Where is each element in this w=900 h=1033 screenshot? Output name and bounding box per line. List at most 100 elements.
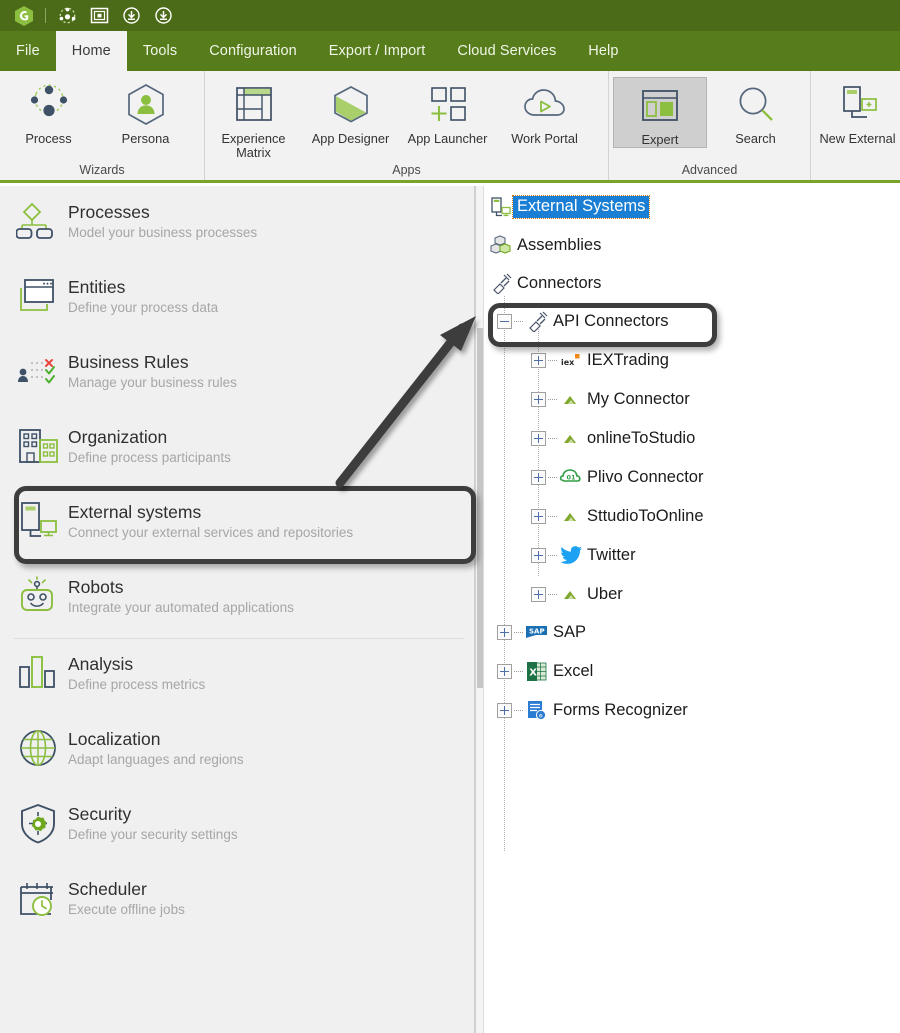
generic-connector-icon	[559, 505, 583, 527]
publish-icon[interactable]	[51, 0, 83, 31]
sidebar-item-security-subtitle: Define your security settings	[68, 827, 238, 842]
menu-item-export-import[interactable]: Export / Import	[313, 31, 442, 71]
menu-item-home[interactable]: Home	[55, 31, 127, 71]
tree-toggle-plus-icon[interactable]	[531, 391, 546, 407]
excel-icon: X	[525, 660, 549, 682]
iex-icon: iex	[559, 349, 583, 371]
ribbon-button-experience-matrix[interactable]: Experience Matrix	[205, 77, 302, 160]
sidebar-item-processes-subtitle: Model your business processes	[68, 225, 258, 240]
tree-node-plivo-connector[interactable]: 01 Plivo Connector	[531, 464, 703, 490]
sidebar-item-scheduler-subtitle: Execute offline jobs	[68, 902, 185, 917]
analysis-icon	[10, 648, 68, 700]
entities-icon	[10, 271, 68, 323]
tree-connector-line	[514, 670, 523, 672]
tree-node-onlinetostudio[interactable]: onlineToStudio	[531, 425, 695, 451]
tree-node-my-connector[interactable]: My Connector	[531, 386, 690, 412]
tree-node-uber[interactable]: Uber	[531, 581, 623, 607]
menu-item-cloud-services[interactable]: Cloud Services	[441, 31, 572, 71]
tree-node-sttudiotoonline-label: SttudioToOnline	[587, 506, 704, 525]
menu-item-help[interactable]: Help	[572, 31, 634, 71]
tree-connector-line	[548, 437, 557, 439]
ribbon-button-expert[interactable]: Expert	[613, 77, 707, 148]
sidebar-item-business-rules[interactable]: Business Rules Manage your business rule…	[10, 341, 472, 403]
tree-toggle-plus-icon[interactable]	[497, 624, 512, 640]
sidebar-item-scheduler[interactable]: Scheduler Execute offline jobs	[10, 868, 472, 930]
generic-connector-icon	[559, 583, 583, 605]
sidebar-item-external-systems-title: External systems	[68, 502, 202, 522]
ribbon-group-new-external-label	[811, 160, 900, 180]
tree-toggle-plus-icon[interactable]	[531, 469, 546, 485]
tree-node-twitter-label: Twitter	[587, 545, 636, 564]
ribbon-button-experience-matrix-label: Experience Matrix	[221, 131, 286, 160]
tree-node-iextrading[interactable]: iex IEXTrading	[531, 347, 669, 373]
window-icon[interactable]	[83, 0, 115, 31]
tree-toggle-plus-icon[interactable]	[531, 547, 546, 563]
ribbon-button-search[interactable]: Search	[707, 77, 804, 146]
ribbon-button-search-label: Search	[735, 131, 776, 146]
tree-toggle-plus-icon[interactable]	[497, 702, 512, 718]
tree-node-forms-recognizer[interactable]: ⚙ Forms Recognizer	[497, 697, 688, 723]
ribbon-group-advanced: Expert Search Advanced	[608, 71, 810, 180]
menu-item-file[interactable]: File	[0, 31, 56, 71]
ribbon-button-new-external[interactable]: New External	[815, 77, 900, 146]
sidebar-item-processes[interactable]: Processes Model your business processes	[10, 191, 472, 253]
tree-node-uber-label: Uber	[587, 584, 623, 603]
ribbon-button-app-designer[interactable]: App Designer	[302, 77, 399, 146]
menu-item-tools[interactable]: Tools	[127, 31, 193, 71]
sidebar-item-scheduler-title: Scheduler	[68, 879, 147, 899]
search-icon	[735, 81, 777, 129]
tree-node-excel[interactable]: X Excel	[497, 658, 593, 684]
tree-node-sap[interactable]: SAP SAP	[497, 619, 586, 645]
tree-toggle-plus-icon[interactable]	[531, 352, 546, 368]
external-systems-icon	[489, 196, 513, 218]
titlebar-separator	[40, 0, 51, 31]
download-2-icon[interactable]	[147, 0, 179, 31]
sidebar-item-analysis[interactable]: Analysis Define process metrics	[10, 643, 472, 705]
tree-node-api-connectors[interactable]: API Connectors	[497, 308, 669, 334]
sidebar-scrollbar[interactable]	[476, 186, 484, 1033]
ribbon-button-process[interactable]: Process	[0, 77, 97, 146]
processes-icon	[10, 196, 68, 248]
sidebar-scrollbar-thumb[interactable]	[477, 328, 483, 688]
sidebar-item-analysis-title: Analysis	[68, 654, 134, 674]
ribbon-button-persona[interactable]: Persona	[97, 77, 194, 146]
sidebar-item-localization-title: Localization	[68, 729, 161, 749]
tree-node-assemblies[interactable]: Assemblies	[489, 232, 601, 258]
tree-node-external-systems[interactable]: External Systems	[489, 194, 651, 220]
external-systems-tree: External Systems Assemblies Connectors A…	[485, 186, 900, 1033]
tree-node-connectors-label: Connectors	[517, 273, 602, 292]
tree-toggle-minus-icon[interactable]	[497, 313, 512, 329]
tree-toggle-plus-icon[interactable]	[531, 586, 546, 602]
tree-toggle-plus-icon[interactable]	[531, 508, 546, 524]
menu-item-configuration[interactable]: Configuration	[193, 31, 313, 71]
ribbon-button-app-launcher[interactable]: App Launcher	[399, 77, 496, 146]
sidebar-item-robots-subtitle: Integrate your automated applications	[68, 600, 294, 615]
sidebar-item-processes-title: Processes	[68, 202, 150, 222]
tree-node-api-connectors-label: API Connectors	[553, 311, 669, 330]
tree-node-sttudiotoonline[interactable]: SttudioToOnline	[531, 503, 704, 529]
sidebar-item-entities-subtitle: Define your process data	[68, 300, 219, 315]
ribbon-button-work-portal[interactable]: Work Portal	[496, 77, 593, 146]
download-icon[interactable]	[115, 0, 147, 31]
sidebar-item-localization[interactable]: Localization Adapt languages and regions	[10, 718, 472, 780]
experience-matrix-icon	[232, 81, 276, 129]
tree-node-assemblies-label: Assemblies	[517, 235, 602, 254]
sidebar-item-robots-title: Robots	[68, 577, 124, 597]
sap-icon: SAP	[525, 621, 549, 643]
sidebar-item-security[interactable]: Security Define your security settings	[10, 793, 472, 855]
tree-toggle-plus-icon[interactable]	[531, 430, 546, 446]
svg-text:⚙: ⚙	[539, 713, 544, 719]
sidebar-item-entities[interactable]: Entities Define your process data	[10, 266, 472, 328]
sidebar-item-organization[interactable]: Organization Define process participants	[10, 416, 472, 478]
persona-icon	[125, 81, 167, 129]
work-portal-icon	[522, 81, 568, 129]
tree-node-connectors[interactable]: Connectors	[489, 270, 601, 296]
tree-node-onlinetostudio-label: onlineToStudio	[587, 428, 696, 447]
app-launcher-icon	[426, 81, 470, 129]
forms-recognizer-icon: ⚙	[525, 699, 549, 721]
tree-node-twitter[interactable]: Twitter	[531, 542, 636, 568]
tree-toggle-plus-icon[interactable]	[497, 663, 512, 679]
sidebar-item-robots[interactable]: Robots Integrate your automated applicat…	[10, 566, 472, 628]
sidebar-item-external-systems[interactable]: External systems Connect your external s…	[10, 491, 472, 553]
app-logo-icon[interactable]	[8, 0, 40, 31]
